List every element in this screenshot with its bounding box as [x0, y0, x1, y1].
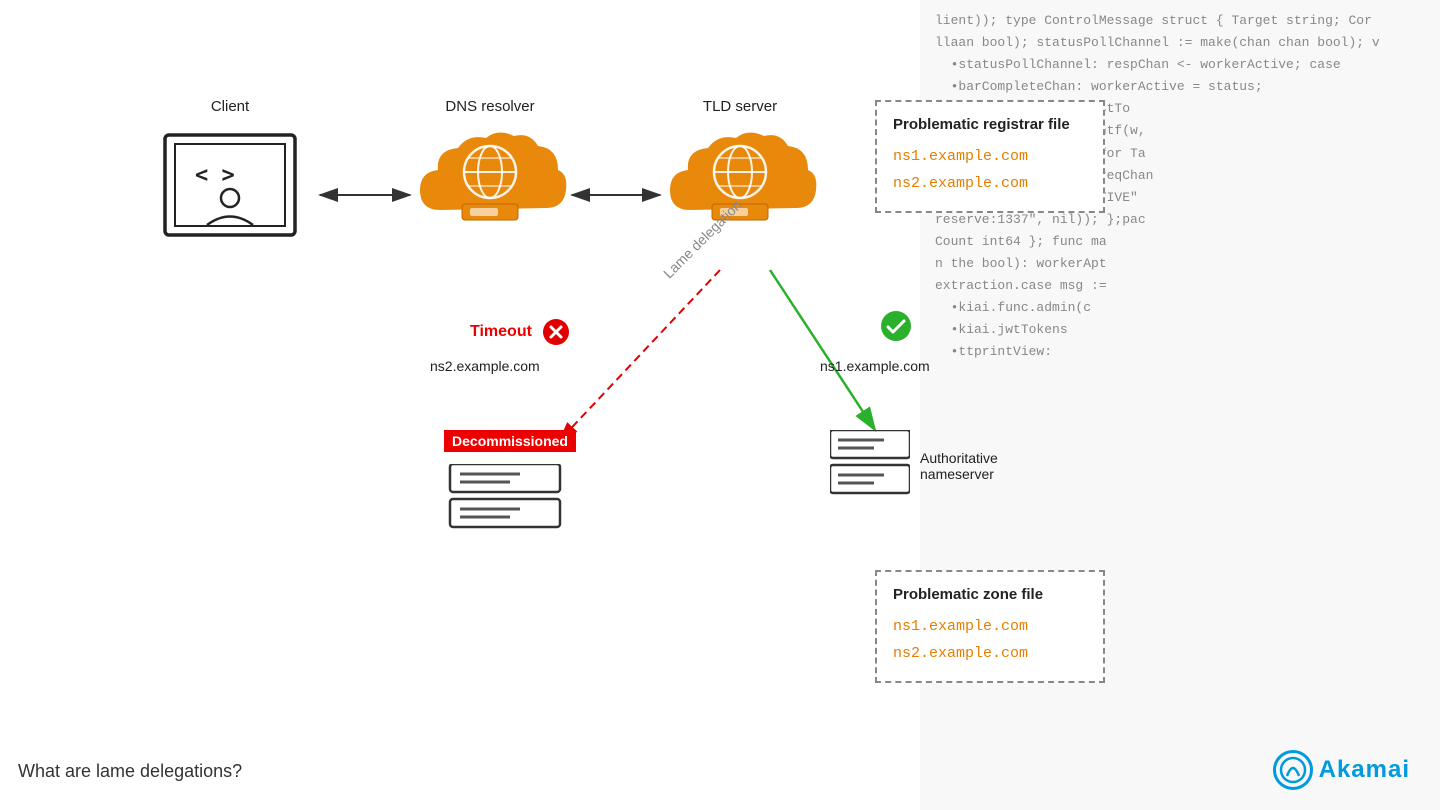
akamai-text: Akamai — [1319, 756, 1410, 784]
authoritative-nameserver-label: Authoritative nameserver — [920, 450, 998, 482]
ns2-node-label: ns2.example.com — [430, 358, 540, 374]
check-icon — [880, 310, 912, 342]
akamai-logo: Akamai — [1273, 750, 1410, 790]
registrar-title: Problematic registrar file — [893, 116, 1087, 133]
timeout-label: Timeout — [470, 318, 570, 346]
auth-server-icon — [830, 430, 910, 510]
decommissioned-server: Decommissioned — [430, 430, 590, 544]
timeout-x-icon — [542, 318, 570, 346]
akamai-circle-icon — [1273, 750, 1313, 790]
zone-ns1: ns1.example.com — [893, 613, 1087, 640]
zone-file-box: Problematic zone file ns1.example.com ns… — [875, 570, 1105, 683]
ns1-node-label: ns1.example.com — [820, 358, 930, 374]
zone-ns2: ns2.example.com — [893, 640, 1087, 667]
decommissioned-badge: Decommissioned — [444, 430, 576, 452]
page-title: What are lame delegations? — [18, 761, 242, 782]
decommissioned-server-icon — [430, 464, 580, 544]
registrar-ns2: ns2.example.com — [893, 170, 1087, 197]
zone-title: Problematic zone file — [893, 586, 1087, 603]
registrar-ns1: ns1.example.com — [893, 143, 1087, 170]
registrar-file-box: Problematic registrar file ns1.example.c… — [875, 100, 1105, 213]
